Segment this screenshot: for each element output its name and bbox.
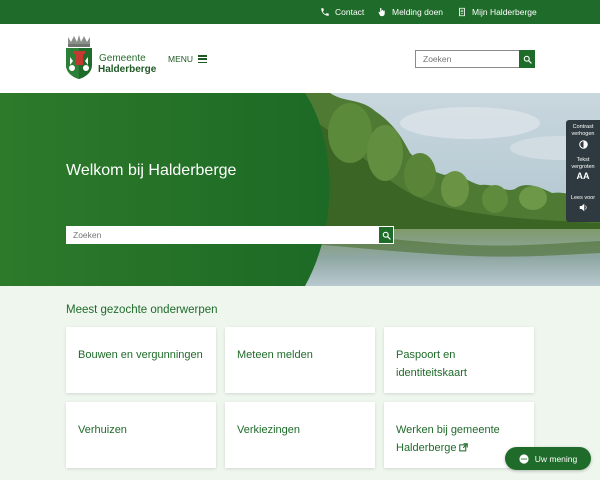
topic-card-paspoort[interactable]: Paspoort en identiteitskaart	[384, 327, 534, 393]
contrast-icon	[566, 138, 600, 152]
topic-card-label: Verkiezingen	[237, 424, 300, 436]
topic-card-label: Verhuizen	[78, 424, 127, 436]
menu-button[interactable]: MENU	[168, 52, 208, 66]
document-icon	[457, 7, 467, 17]
feedback-button[interactable]: Uw mening	[505, 447, 591, 470]
header-search-button[interactable]	[519, 50, 535, 68]
search-icon	[523, 55, 532, 64]
melding-doen-link[interactable]: Melding doen	[377, 0, 443, 24]
contrast-toggle[interactable]: Contrast verhogen	[566, 124, 600, 152]
hamburger-icon	[198, 55, 208, 63]
topic-card-label: Meteen melden	[237, 349, 313, 361]
pointing-hand-icon	[377, 7, 387, 17]
contact-link[interactable]: Contact	[320, 0, 364, 24]
header-search-input[interactable]	[415, 50, 519, 68]
read-aloud-label: Lees voor	[570, 195, 596, 201]
topic-card-verhuizen[interactable]: Verhuizen	[66, 402, 216, 468]
text-size-toggle[interactable]: Tekst vergroten AA	[566, 157, 600, 182]
mijn-halderberge-link[interactable]: Mijn Halderberge	[457, 0, 537, 24]
coat-of-arms-logo[interactable]	[64, 35, 94, 80]
topic-card-label: Werken bij gemeente Halderberge	[396, 424, 500, 454]
hero-banner: Welkom bij Halderberge	[0, 93, 600, 286]
topic-card-bouwen[interactable]: Bouwen en vergunningen	[66, 327, 216, 393]
section-title: Meest gezochte onderwerpen	[66, 304, 218, 316]
hero-title: Welkom bij Halderberge	[66, 162, 237, 179]
logo-text-gemeente: Gemeente	[99, 53, 146, 64]
landscape-photo	[0, 93, 600, 286]
menu-label: MENU	[168, 54, 194, 64]
search-icon	[382, 231, 391, 240]
hero-search-input[interactable]	[66, 226, 378, 244]
phone-icon	[320, 7, 330, 17]
header-search	[415, 50, 535, 68]
hero-search-button[interactable]	[378, 226, 394, 244]
read-aloud-toggle[interactable]: Lees voor	[566, 195, 600, 215]
site-header: Gemeente Halderberge MENU	[0, 24, 600, 93]
feedback-label: Uw mening	[534, 453, 578, 464]
speaker-icon	[566, 202, 600, 215]
chat-icon	[519, 453, 529, 464]
text-size-label: Tekst vergroten	[571, 157, 595, 170]
contact-label: Contact	[335, 7, 365, 17]
melding-doen-label: Melding doen	[392, 7, 444, 17]
contrast-label: Contrast verhogen	[571, 124, 595, 137]
topic-card-verkiezingen[interactable]: Verkiezingen	[225, 402, 375, 468]
external-link-icon	[458, 439, 468, 452]
topic-card-label: Bouwen en vergunningen	[78, 349, 203, 361]
logo-text-halderberge: Halderberge	[98, 64, 157, 75]
topic-card-meteen-melden[interactable]: Meteen melden	[225, 327, 375, 393]
top-utility-bar: Contact Melding doen Mijn Halderberge	[0, 0, 600, 24]
text-size-icon: AA	[576, 171, 590, 181]
mijn-halderberge-label: Mijn Halderberge	[472, 7, 537, 17]
hero-search	[66, 226, 394, 244]
topic-card-label: Paspoort en identiteitskaart	[396, 349, 467, 379]
accessibility-toolbar: Contrast verhogen Tekst vergroten AA Lee…	[566, 120, 600, 222]
